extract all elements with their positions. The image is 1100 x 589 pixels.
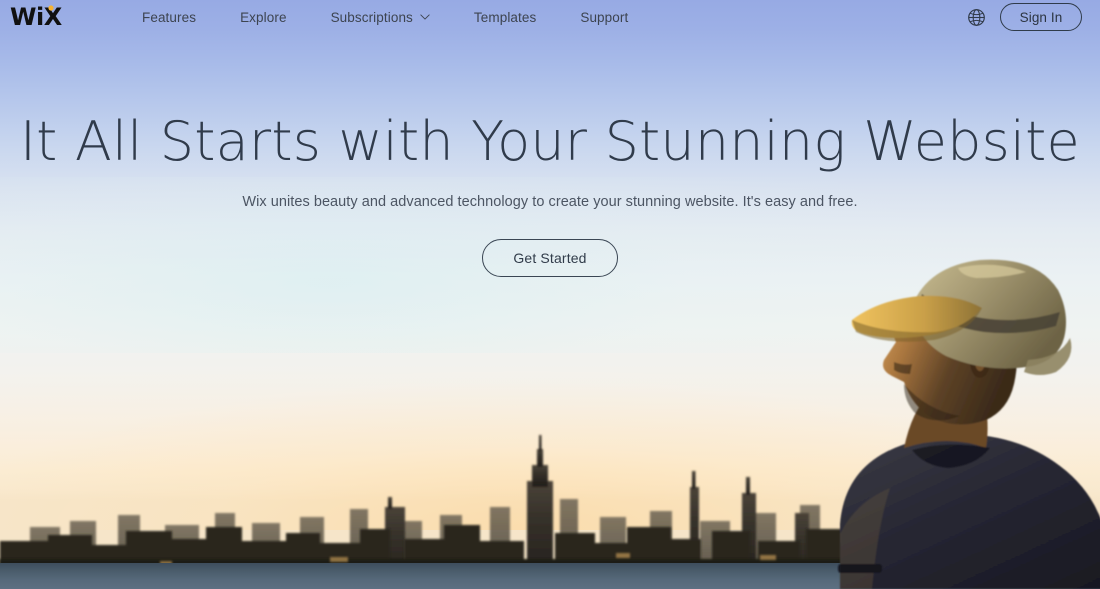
nav-item-explore[interactable]: Explore: [218, 4, 308, 31]
nav-item-templates[interactable]: Templates: [452, 4, 558, 31]
nav-item-features[interactable]: Features: [120, 4, 218, 31]
nav-links: Features Explore Subscriptions Templates…: [120, 4, 650, 31]
globe-icon: [968, 8, 985, 26]
hero-subtitle: Wix unites beauty and advanced technolog…: [242, 194, 858, 211]
top-navigation-bar: WiX Features Explore Subscriptions Templ…: [0, 0, 1100, 34]
language-selector[interactable]: [967, 8, 986, 27]
nav-item-support-label: Support: [580, 9, 629, 25]
page-root: WiX Features Explore Subscriptions Templ…: [0, 0, 1100, 589]
nav-item-subscriptions[interactable]: Subscriptions: [309, 4, 452, 31]
nav-item-support[interactable]: Support: [558, 4, 650, 31]
get-started-button[interactable]: Get Started: [482, 239, 618, 278]
hero-cta-row: Get Started: [0, 239, 1100, 278]
nav-item-features-label: Features: [142, 9, 197, 25]
nav-item-subscriptions-label: Subscriptions: [330, 9, 413, 25]
page-title: It All Starts with Your Stunning Website: [20, 110, 1080, 173]
sign-in-button[interactable]: Sign In: [1000, 3, 1082, 31]
nav-item-templates-label: Templates: [473, 9, 537, 25]
nav-right-group: Sign In: [967, 3, 1082, 31]
chevron-down-icon: [420, 14, 430, 20]
wix-logo-dot: [48, 5, 54, 11]
wix-logo-text: WiX: [10, 3, 63, 31]
nav-item-explore-label: Explore: [240, 9, 287, 25]
hero-section: It All Starts with Your Stunning Website…: [0, 0, 1100, 278]
hero-person-photo: [800, 234, 1100, 589]
wix-logo[interactable]: WiX: [10, 3, 82, 31]
